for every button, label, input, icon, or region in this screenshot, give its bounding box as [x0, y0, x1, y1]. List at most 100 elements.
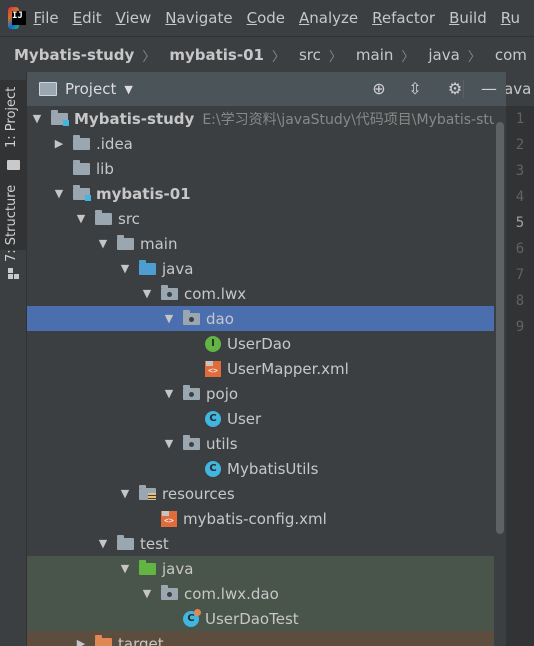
menu-navigate[interactable]: Navigate [165, 9, 232, 27]
locate-crosshair-icon[interactable]: ⊕ [369, 79, 389, 99]
tree-node-label: UserDao [227, 334, 292, 353]
chevron-right-icon: 〉 [328, 49, 342, 65]
folder-icon [73, 160, 90, 175]
tree-node-target[interactable]: ▶ target [27, 631, 506, 646]
tree-node-lib[interactable]: lib [27, 156, 506, 181]
folder-icon [7, 160, 20, 170]
expanded-arrow-icon[interactable]: ▼ [163, 437, 175, 450]
project-path: E:\学习资料\javaStudy\代码项目\Mybatis-stu [202, 111, 498, 128]
line-number: 3 [515, 163, 525, 179]
tree-node-mybatisutils[interactable]: C MybatisUtils [27, 456, 506, 481]
line-number: 2 [515, 137, 525, 153]
expanded-arrow-icon[interactable]: ▼ [119, 487, 131, 500]
expanded-arrow-icon[interactable]: ▼ [141, 587, 153, 600]
tool-tab-project-label: 1: Project [4, 86, 19, 148]
test-source-folder-icon [139, 560, 156, 575]
expanded-arrow-icon[interactable]: ▼ [53, 187, 65, 200]
tree-node-label: UserDaoTest [205, 609, 299, 628]
menu-code[interactable]: Code [247, 9, 285, 27]
collapsed-arrow-icon[interactable]: ▶ [75, 637, 87, 646]
expanded-arrow-icon[interactable]: ▼ [119, 562, 131, 575]
menu-build[interactable]: Build [449, 9, 487, 27]
tree-node-project-root[interactable]: ▼ Mybatis-study E:\学习资料\javaStudy\代码项目\M… [27, 106, 506, 131]
menu-file[interactable]: File [33, 9, 58, 27]
expanded-arrow-icon[interactable]: ▼ [163, 387, 175, 400]
project-tree: ▼ Mybatis-study E:\学习资料\javaStudy\代码项目\M… [27, 106, 506, 646]
breadcrumb-item-java[interactable]: java [414, 46, 459, 64]
tree-node-label: java [162, 559, 194, 578]
tool-tab-structure-label: 7: Structure [4, 184, 19, 262]
tree-node-module[interactable]: ▼ mybatis-01 [27, 181, 506, 206]
line-number: 4 [515, 189, 525, 205]
menu-bar: File Edit View Navigate Code Analyze Ref… [0, 0, 534, 36]
tree-node-pojo[interactable]: ▼ pojo [27, 381, 506, 406]
collapse-all-icon[interactable]: ⇳ [405, 79, 425, 99]
project-tool-window: Project ▼ ⊕ ⇳ ⚙ — ▼ Mybatis-study E:\学习资… [27, 72, 506, 646]
tree-node-idea[interactable]: ▶ .idea [27, 131, 506, 156]
collapsed-arrow-icon[interactable]: ▶ [53, 137, 65, 150]
tree-node-user[interactable]: C User [27, 406, 506, 431]
panel-title[interactable]: Project [65, 80, 116, 98]
tree-node-src[interactable]: ▼ src [27, 206, 506, 231]
project-panel-header: Project ▼ ⊕ ⇳ ⚙ — [27, 72, 506, 106]
tree-node-resources[interactable]: ▼ resources [27, 481, 506, 506]
minimize-icon[interactable]: — [479, 79, 499, 99]
caret-down-icon[interactable]: ▼ [124, 83, 132, 96]
folder-icon [117, 535, 134, 550]
expanded-arrow-icon[interactable]: ▼ [75, 212, 87, 225]
tree-node-label: pojo [206, 384, 239, 403]
expanded-arrow-icon[interactable]: ▼ [163, 312, 175, 325]
tree-node-label: .idea [96, 134, 133, 153]
menu-refactor[interactable]: Refactor [372, 9, 435, 27]
tree-node-utils[interactable]: ▼ utils [27, 431, 506, 456]
chevron-right-icon: 〉 [142, 49, 156, 65]
tree-node-com-lwx-dao[interactable]: ▼ com.lwx.dao [27, 581, 506, 606]
menu-run[interactable]: Ru [501, 9, 520, 27]
expanded-arrow-icon[interactable]: ▼ [141, 287, 153, 300]
project-view-icon [39, 82, 57, 96]
module-folder-icon [51, 110, 69, 126]
tree-node-mybatis-config-xml[interactable]: <> mybatis-config.xml [27, 506, 506, 531]
folder-icon [117, 235, 134, 250]
intellij-logo-icon [8, 7, 27, 29]
tree-node-com-lwx[interactable]: ▼ com.lwx [27, 281, 506, 306]
tree-node-main[interactable]: ▼ main [27, 231, 506, 256]
tree-node-label: java [162, 259, 194, 278]
editor-tab[interactable]: ava [506, 72, 534, 107]
breadcrumb-item-main[interactable]: main [342, 46, 393, 64]
expanded-arrow-icon[interactable]: ▼ [97, 537, 109, 550]
breadcrumb-item-com[interactable]: com [481, 46, 527, 64]
breadcrumb-item-src[interactable]: src [285, 46, 321, 64]
chevron-right-icon: 〉 [467, 49, 481, 65]
source-folder-icon [139, 260, 156, 275]
folder-icon [95, 210, 112, 225]
tree-scrollbar-thumb[interactable] [496, 122, 504, 534]
gear-icon[interactable]: ⚙ [445, 79, 465, 99]
tree-node-label: main [140, 234, 178, 253]
line-number: 7 [515, 267, 525, 283]
structure-icon [8, 268, 20, 280]
expanded-arrow-icon[interactable]: ▼ [97, 237, 109, 250]
tree-node-test[interactable]: ▼ test [27, 531, 506, 556]
breadcrumb-item-module[interactable]: mybatis-01 [155, 46, 264, 64]
expanded-arrow-icon[interactable]: ▼ [119, 262, 131, 275]
tree-node-dao[interactable]: ▼ dao [27, 306, 506, 331]
tree-node-label: target [118, 634, 164, 646]
package-icon [183, 310, 200, 325]
tree-node-usermapper-xml[interactable]: <> UserMapper.xml [27, 356, 506, 381]
line-number: 6 [515, 241, 525, 257]
menu-analyze[interactable]: Analyze [299, 9, 358, 27]
menu-view[interactable]: View [116, 9, 152, 27]
tree-node-userdao[interactable]: I UserDao [27, 331, 506, 356]
class-icon: C [205, 410, 221, 427]
editor-gutter: 1 2 3 4 5 6 7 8 9 [506, 107, 534, 646]
expanded-arrow-icon[interactable]: ▼ [31, 112, 43, 125]
breadcrumb-item-project[interactable]: Mybatis-study [0, 46, 134, 64]
tree-node-userdaotest[interactable]: C UserDaoTest [27, 606, 506, 631]
tree-node-java[interactable]: ▼ java [27, 256, 506, 281]
resources-folder-icon [139, 485, 156, 500]
tree-node-test-java[interactable]: ▼ java [27, 556, 506, 581]
tree-node-label: mybatis-01 [96, 184, 191, 203]
excluded-folder-icon [95, 635, 112, 646]
menu-edit[interactable]: Edit [73, 9, 102, 27]
